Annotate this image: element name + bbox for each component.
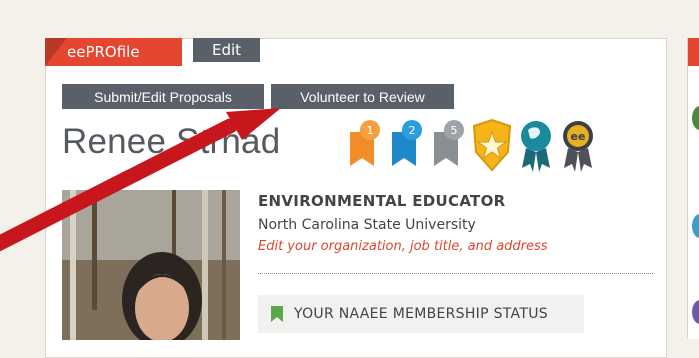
ee-medal-icon: ee — [563, 121, 593, 172]
gray-ribbon-badge-icon: 5 — [434, 120, 464, 166]
right-panel-avatar-1 — [692, 106, 699, 130]
submit-edit-proposals-button[interactable]: Submit/Edit Proposals — [62, 84, 264, 109]
membership-status-header[interactable]: YOUR NAAEE MEMBERSHIP STATUS — [258, 295, 584, 333]
badge-count-1: 1 — [367, 124, 374, 137]
right-side-panel — [687, 38, 699, 339]
tab-edit[interactable]: Edit — [193, 38, 260, 62]
membership-status-label: YOUR NAAEE MEMBERSHIP STATUS — [294, 306, 548, 322]
blue-ribbon-badge-icon: 2 — [392, 120, 422, 166]
teal-globe-medal-icon — [521, 121, 551, 172]
right-panel-avatar-3 — [692, 300, 699, 324]
profile-name: Renee Strnad — [62, 122, 281, 161]
right-panel-header — [688, 38, 699, 66]
badge-row: 1 2 5 ee — [344, 118, 664, 178]
right-panel-avatar-2 — [692, 214, 699, 238]
ee-medal-text: ee — [571, 130, 586, 143]
badge-count-3: 5 — [451, 124, 458, 137]
orange-ribbon-badge-icon: 1 — [350, 120, 380, 166]
volunteer-to-review-button[interactable]: Volunteer to Review — [271, 84, 454, 109]
dotted-divider — [258, 273, 653, 274]
organization-name: North Carolina State University — [258, 217, 476, 233]
badge-count-2: 2 — [409, 124, 416, 137]
tab-eeprofile[interactable]: eePROfile — [45, 38, 182, 66]
profile-photo — [62, 190, 240, 340]
edit-organization-link[interactable]: Edit your organization, job title, and a… — [258, 239, 548, 254]
bookmark-flag-icon — [271, 306, 283, 322]
gold-shield-star-icon — [472, 118, 512, 172]
job-title: ENVIRONMENTAL EDUCATOR — [258, 192, 506, 210]
